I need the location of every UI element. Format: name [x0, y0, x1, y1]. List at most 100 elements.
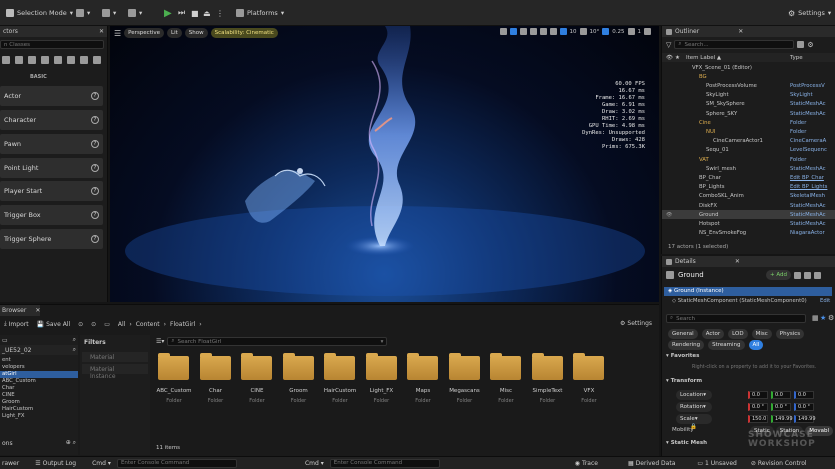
scale-z[interactable]: 149.99: [794, 415, 816, 423]
show-button[interactable]: Show: [184, 28, 208, 38]
point-light-item[interactable]: Point Light?: [0, 158, 103, 178]
cmd-dropdown[interactable]: Cmd ▾: [92, 460, 111, 467]
outliner-row[interactable]: PostProcessVolume PostProcessV: [662, 81, 835, 90]
tree-item[interactable]: Groom: [0, 399, 78, 406]
outliner-item-type[interactable]: Edit BP_Lights: [790, 184, 834, 190]
cinematics-button[interactable]: ▾: [124, 6, 146, 20]
geometry-icon[interactable]: [67, 56, 75, 64]
rotation-dropdown[interactable]: Rotation ▾: [676, 402, 712, 412]
folder-icon[interactable]: [199, 353, 231, 380]
cinematic-icon[interactable]: [28, 56, 36, 64]
folder-icon[interactable]: [158, 353, 189, 380]
volume-icon[interactable]: [54, 56, 62, 64]
filter-general[interactable]: General: [668, 329, 698, 339]
help-icon[interactable]: ?: [91, 116, 99, 124]
folder-icon[interactable]: [282, 353, 314, 380]
folder-icon[interactable]: [531, 353, 563, 380]
filter-rendering[interactable]: Rendering: [668, 340, 705, 350]
outliner-row[interactable]: Sphere_SKY StaticMeshAc: [662, 109, 835, 118]
location-dropdown[interactable]: Location ▾: [676, 390, 712, 400]
tree-item[interactable]: CINE: [0, 392, 78, 399]
visual-fx-icon[interactable]: [41, 56, 49, 64]
move-icon[interactable]: [509, 28, 517, 35]
folder-icon[interactable]: [324, 353, 355, 380]
gear-icon[interactable]: ⚙: [807, 41, 813, 49]
filter-material[interactable]: Material: [82, 352, 148, 362]
scale-y[interactable]: 149.99: [771, 415, 793, 423]
tree-item[interactable]: ABC_Custom: [0, 378, 78, 385]
scale-dropdown[interactable]: Scale ▾: [676, 414, 712, 424]
grid-value[interactable]: 10: [570, 29, 577, 35]
tree-item[interactable]: atGirl: [0, 371, 78, 378]
grid-view-icon[interactable]: ▦: [812, 314, 819, 322]
favorites-section[interactable]: ▾ Favorites: [666, 353, 699, 359]
close-icon[interactable]: ✕: [99, 28, 104, 35]
outliner-row[interactable]: VAT Folder: [662, 155, 835, 164]
place-actors-tab[interactable]: ctors ✕: [0, 26, 107, 37]
tree-item[interactable]: HairCustom: [0, 406, 78, 413]
grid-snap-icon[interactable]: [559, 28, 567, 35]
rotation-x[interactable]: 0.0 °: [748, 403, 768, 411]
edit-link[interactable]: Edit: [820, 298, 830, 304]
import-button[interactable]: ⤓ Import: [4, 320, 29, 328]
item-label-header[interactable]: Item Label ▲: [686, 55, 721, 61]
outliner-row[interactable]: DiskFX StaticMeshAc: [662, 201, 835, 210]
console-input-2[interactable]: Enter Console Command: [329, 458, 440, 468]
tree-item[interactable]: Char: [0, 385, 78, 392]
outliner-row[interactable]: BP_Lights Edit BP_Lights: [662, 183, 835, 192]
level-viewport[interactable]: ☰ Perspective Lit Show Scalability: Cine…: [110, 26, 659, 302]
outliner-row[interactable]: NUI Folder: [662, 127, 835, 136]
outliner-search-input[interactable]: ⌕ Search...: [674, 40, 795, 49]
project-row[interactable]: _UE52_02 ⌕: [0, 345, 78, 355]
add-component-button[interactable]: + Add: [766, 270, 792, 280]
surface-snap-icon[interactable]: [549, 28, 557, 35]
outliner-row[interactable]: Sequ_01 LevelSequenc: [662, 146, 835, 155]
shapes-icon[interactable]: [15, 56, 23, 64]
content-browser-tab[interactable]: Browser ✕: [0, 305, 40, 316]
outliner-item-type[interactable]: Edit BP_Char: [790, 175, 834, 181]
content-drawer-button[interactable]: rawer: [2, 460, 19, 467]
filter-icon[interactable]: ▽: [666, 41, 671, 49]
outliner-row[interactable]: VFX_Scene_01 (Editor): [662, 63, 835, 72]
folder-icon[interactable]: [241, 353, 272, 380]
outliner-row[interactable]: CineCameraActor1 CineCameraA: [662, 137, 835, 146]
tree-item[interactable]: velopers: [0, 364, 78, 371]
folder-icon[interactable]: [365, 353, 397, 380]
trigger-sphere-item[interactable]: Trigger Sphere?: [0, 229, 103, 249]
gear-icon[interactable]: ⚙: [828, 314, 834, 322]
location-x[interactable]: 0.0: [748, 391, 768, 399]
cmd-dropdown-2[interactable]: Cmd ▾: [305, 460, 324, 467]
help-icon[interactable]: ?: [91, 140, 99, 148]
filter-lod[interactable]: LOD: [728, 329, 748, 339]
hamburger-icon[interactable]: ☰: [114, 29, 121, 38]
close-icon[interactable]: ✕: [738, 28, 743, 35]
filter-misc[interactable]: Misc: [751, 329, 772, 339]
rotation-z[interactable]: 0.0 °: [794, 403, 814, 411]
outliner-row[interactable]: Swirl_mesh StaticMeshAc: [662, 164, 835, 173]
location-z[interactable]: 0.0: [794, 391, 814, 399]
folder-icon[interactable]: [573, 353, 604, 380]
details-search-input[interactable]: ⌕ Search: [666, 314, 806, 323]
back-icon[interactable]: ⊙: [78, 321, 83, 328]
actor-item[interactable]: Actor?: [0, 86, 103, 106]
lit-button[interactable]: Lit: [167, 28, 182, 38]
outliner-row[interactable]: NS_EnvSmokeFog NiagaraActor: [662, 229, 835, 238]
blueprint-icon[interactable]: [794, 271, 802, 279]
scale-snap-icon[interactable]: [602, 28, 610, 35]
transform-section[interactable]: ▾ Transform: [666, 378, 702, 384]
perspective-button[interactable]: Perspective: [124, 28, 165, 38]
visibility-icon[interactable]: 👁: [666, 212, 672, 218]
pawn-item[interactable]: Pawn?: [0, 134, 103, 154]
console-input[interactable]: Enter Console Command: [116, 458, 237, 468]
outliner-row[interactable]: SM_SkySphere StaticMeshAc: [662, 100, 835, 109]
revision-control-button[interactable]: ⊘ Revision Control: [751, 460, 807, 467]
maximize-icon[interactable]: [644, 28, 651, 35]
character-item[interactable]: Character?: [0, 110, 103, 130]
help-icon[interactable]: ?: [91, 92, 99, 100]
help-icon[interactable]: ?: [91, 235, 99, 243]
scalability-badge[interactable]: Scalability: Cinematic: [210, 28, 278, 38]
camera-icon[interactable]: [627, 28, 635, 35]
help-icon[interactable]: ?: [91, 187, 99, 195]
all-classes-icon[interactable]: [80, 56, 88, 64]
folder-icon[interactable]: ▭: [104, 321, 110, 328]
